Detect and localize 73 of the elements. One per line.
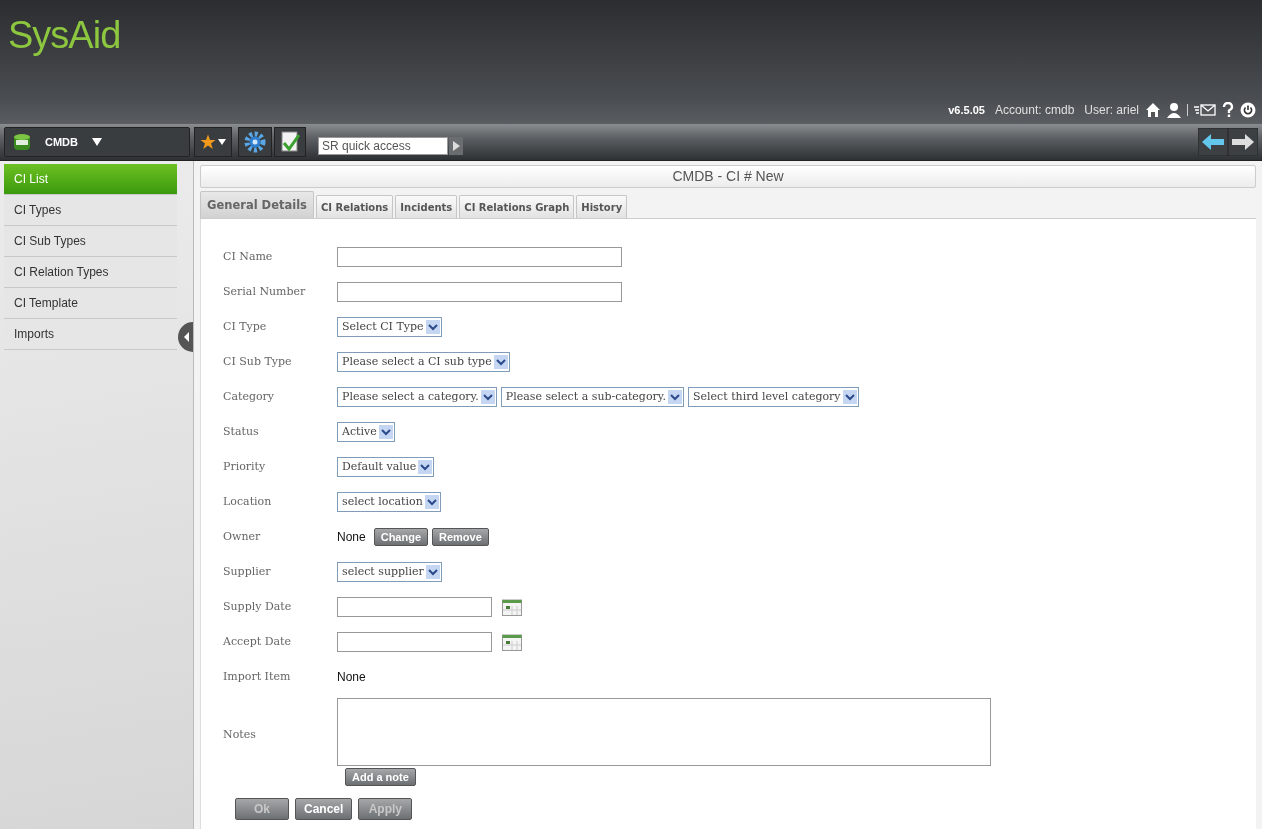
date-field[interactable] — [337, 631, 492, 652]
favorites-button[interactable] — [194, 127, 232, 157]
chevron-down-icon — [493, 354, 508, 369]
sysaid-logo: SysAid — [8, 14, 121, 57]
tab[interactable]: History — [576, 195, 628, 218]
caret-icon — [92, 138, 102, 146]
sidebar-item[interactable]: CI Types — [4, 195, 177, 226]
owner-button[interactable]: Change — [373, 527, 429, 546]
field-label: Supplier — [223, 565, 272, 578]
tab[interactable]: CI Relations — [315, 195, 394, 218]
import-item-value: None — [337, 669, 366, 684]
field-label: Status — [223, 425, 260, 438]
text-field[interactable] — [337, 281, 622, 302]
field-label: Accept Date — [223, 635, 293, 648]
chevron-down-icon — [480, 389, 495, 404]
dropdown[interactable]: Select CI Type — [337, 316, 442, 337]
field-label: CI Sub Type — [223, 355, 293, 368]
field-label: Import Item — [223, 670, 292, 683]
quick-access-field[interactable]: SR quick access — [318, 137, 448, 155]
owner-value: None — [337, 529, 366, 544]
caret-icon — [218, 139, 226, 145]
field-label: Location — [223, 495, 273, 508]
field-label: CI Name — [223, 250, 274, 263]
field-label: Notes — [223, 727, 257, 741]
dropdown[interactable]: Active — [337, 421, 395, 442]
chevron-down-icon — [378, 424, 393, 439]
database-icon — [13, 133, 31, 151]
home-icon[interactable] — [1145, 102, 1161, 118]
dropdown[interactable]: select supplier — [337, 561, 442, 582]
field-label: Category — [223, 390, 276, 403]
tab[interactable]: Incidents — [395, 195, 458, 218]
field-label: Serial Number — [223, 285, 307, 298]
date-field[interactable] — [337, 596, 492, 617]
field-label: CI Type — [223, 320, 268, 333]
field-label: Supply Date — [223, 600, 293, 613]
checklist-icon — [280, 131, 300, 153]
dropdown[interactable]: Default value — [337, 456, 435, 477]
spellcheck-button[interactable] — [274, 127, 306, 157]
dropdown[interactable]: Please select a category. — [337, 386, 497, 407]
notes-field[interactable] — [337, 698, 991, 766]
chevron-down-icon — [668, 389, 683, 404]
field-label: Priority — [223, 460, 267, 473]
sidebar-item[interactable]: CI Sub Types — [4, 226, 177, 257]
chevron-down-icon — [842, 389, 857, 404]
gear-icon — [244, 131, 266, 153]
chevron-down-icon — [425, 319, 440, 334]
chevron-down-icon — [424, 494, 439, 509]
field-label: Owner — [223, 530, 262, 543]
power-icon[interactable] — [1240, 102, 1256, 118]
user-text: User: ariel — [1084, 103, 1139, 117]
text-field[interactable] — [337, 246, 622, 267]
mail-icon[interactable] — [1194, 103, 1216, 117]
page-title: CMDB - CI # New — [200, 165, 1256, 188]
back-arrow-icon[interactable] — [1198, 128, 1228, 156]
dropdown[interactable]: select location — [337, 491, 441, 512]
help-icon[interactable] — [1222, 102, 1234, 118]
dropdown[interactable]: Please select a sub-category. — [500, 386, 685, 407]
calendar-icon[interactable] — [502, 632, 522, 651]
account-text: Account: cmdb — [994, 103, 1075, 117]
collapse-icon[interactable] — [177, 322, 193, 352]
calendar-icon[interactable] — [502, 597, 522, 616]
module-menu-button[interactable]: CMDB — [4, 127, 190, 157]
dropdown[interactable]: Select third level category — [688, 386, 859, 407]
settings-button[interactable] — [238, 127, 272, 157]
forward-arrow-icon[interactable] — [1228, 128, 1258, 156]
user-icon[interactable] — [1167, 102, 1181, 118]
tab[interactable]: General Details — [200, 191, 314, 218]
chevron-down-icon — [425, 564, 440, 579]
version-text: v6.5.05 — [948, 104, 985, 116]
chevron-down-icon — [418, 459, 433, 474]
dropdown[interactable]: Please select a CI sub type — [337, 351, 510, 372]
tab[interactable]: CI Relations Graph — [459, 195, 575, 218]
star-icon — [200, 134, 216, 150]
